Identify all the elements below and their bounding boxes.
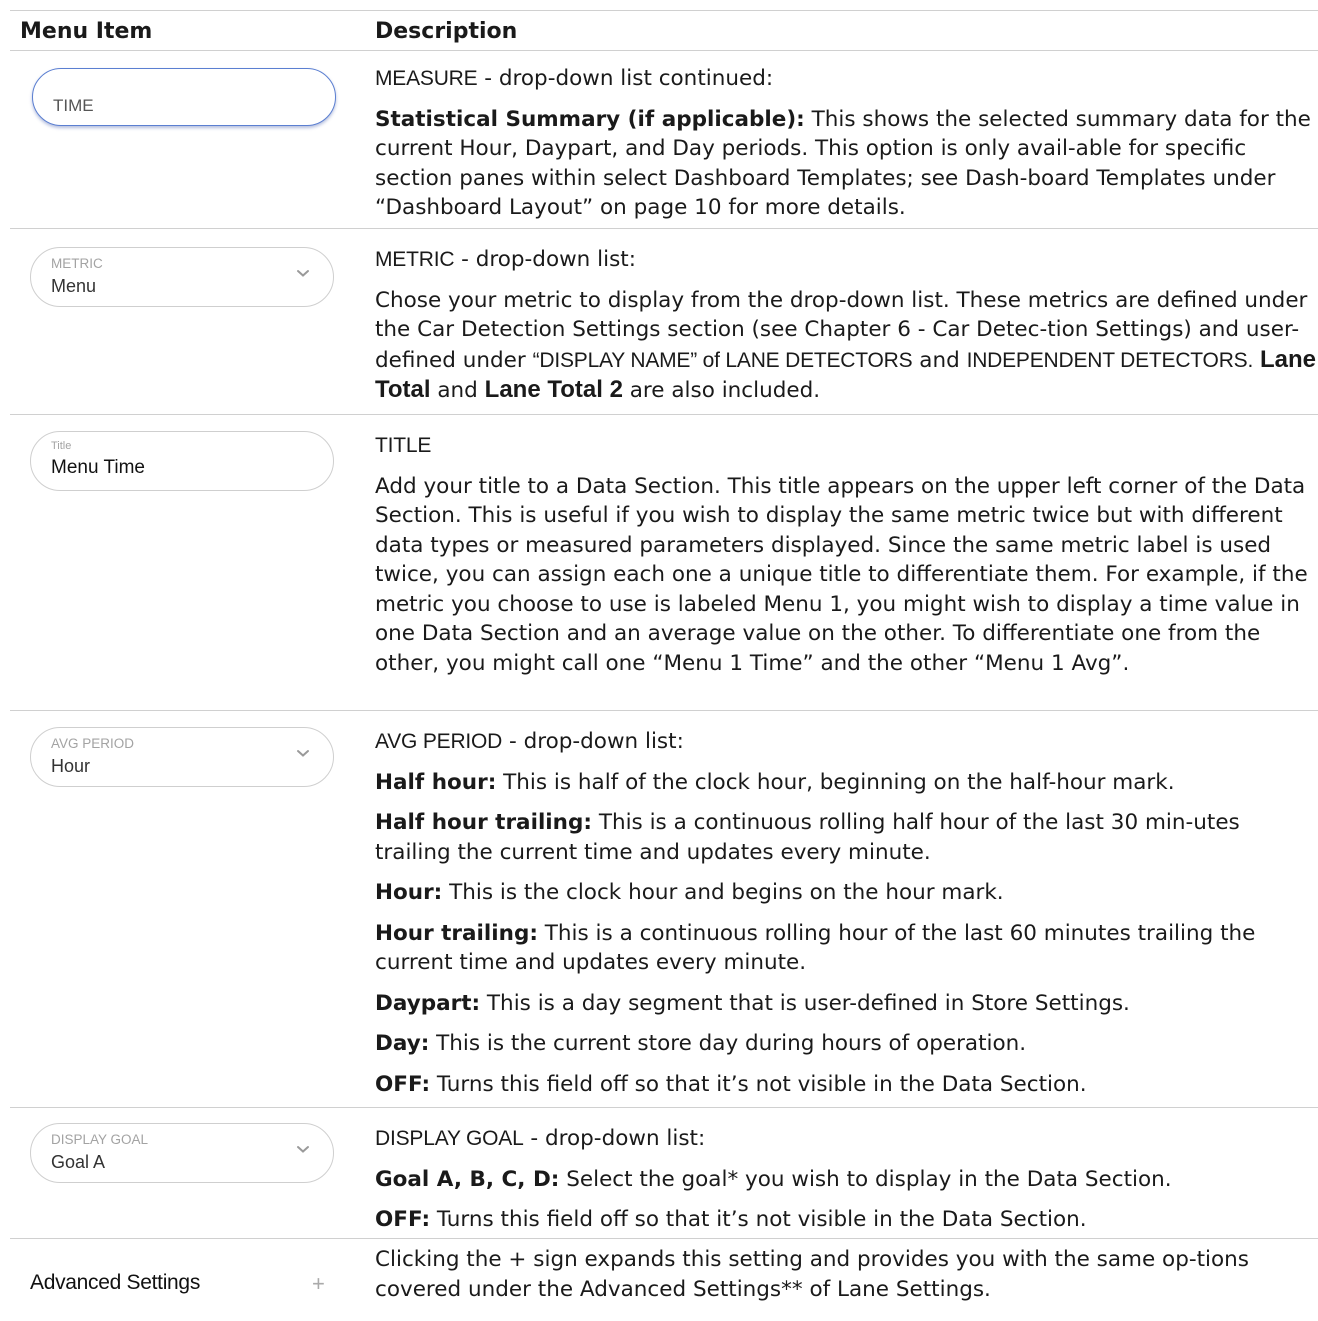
avg-period-dropdown[interactable]: AVG PERIOD Hour [30,727,334,787]
display-goal-heading: DISPLAY GOAL [375,1127,524,1150]
row-time: TIME MEASURE - drop-down list continued:… [10,51,1318,229]
list-item: OFF: Turns this field off so that it’s n… [375,1071,1087,1097]
title-description: Add your title to a Data Section. This t… [375,473,1308,676]
list-item: Daypart: This is a day segment that is u… [375,990,1130,1016]
menu-table: Menu Item Description TIME MEASURE - dro… [10,10,1318,1311]
list-item: Day: This is the current store day durin… [375,1031,1027,1056]
list-item: Hour: This is the clock hour and begins … [375,880,1004,905]
display-goal-dropdown[interactable]: DISPLAY GOAL Goal A [30,1123,334,1183]
avg-period-heading: AVG PERIOD [375,730,503,753]
row-title: Title Menu Time TITLE Add your title to … [10,415,1318,711]
header-description: Description [375,19,518,44]
title-heading: TITLE [375,434,432,457]
avg-period-dropdown-value: Hour [51,756,91,776]
header-menu-item: Menu Item [20,19,153,44]
metric-dropdown-value: Menu [51,276,97,296]
row-avg-period: AVG PERIOD Hour AVG PERIOD - drop-down l… [10,711,1318,1108]
row-display-goal: DISPLAY GOAL Goal A DISPLAY GOAL - drop-… [10,1108,1318,1239]
row-advanced-settings: Advanced Settings + Clicking the + sign … [10,1239,1318,1311]
list-item: OFF: Turns this field off so that it’s n… [375,1207,1087,1232]
list-item: Half hour: This is half of the clock hou… [375,769,1175,795]
metric-dropdown[interactable]: METRIC Menu [30,247,334,307]
metric-heading: METRIC [375,248,455,271]
measure-heading: MEASURE [375,67,478,90]
chevron-down-icon [297,750,309,757]
chevron-down-icon [297,270,309,277]
list-item: Goal A, B, C, D: Select the goal* you wi… [375,1166,1172,1192]
display-goal-dropdown-value: Goal A [51,1152,106,1172]
display-goal-dropdown-label: DISPLAY GOAL [51,1132,149,1147]
advanced-settings-description: Clicking the + sign expands this setting… [375,1247,1249,1302]
title-input-label: Title [51,440,72,452]
time-field[interactable]: TIME [32,68,336,126]
metric-dropdown-label: METRIC [51,256,103,271]
table-header: Menu Item Description [10,11,1318,51]
statistical-summary-label: Statistical Summary (if applicable): [375,106,805,132]
list-item: Half hour trailing: This is a continuous… [375,810,1240,865]
title-input-value: Menu Time [51,457,145,478]
list-item: Hour trailing: This is a continuous roll… [375,920,1256,976]
chevron-down-icon [297,1146,309,1153]
time-field-value: TIME [53,96,94,115]
avg-period-dropdown-label: AVG PERIOD [51,736,135,751]
title-input[interactable]: Title Menu Time [30,431,334,491]
plus-icon[interactable]: + [312,1271,325,1297]
advanced-settings-label[interactable]: Advanced Settings [30,1271,200,1295]
row-metric: METRIC Menu METRIC - drop-down list: Cho… [10,229,1318,415]
